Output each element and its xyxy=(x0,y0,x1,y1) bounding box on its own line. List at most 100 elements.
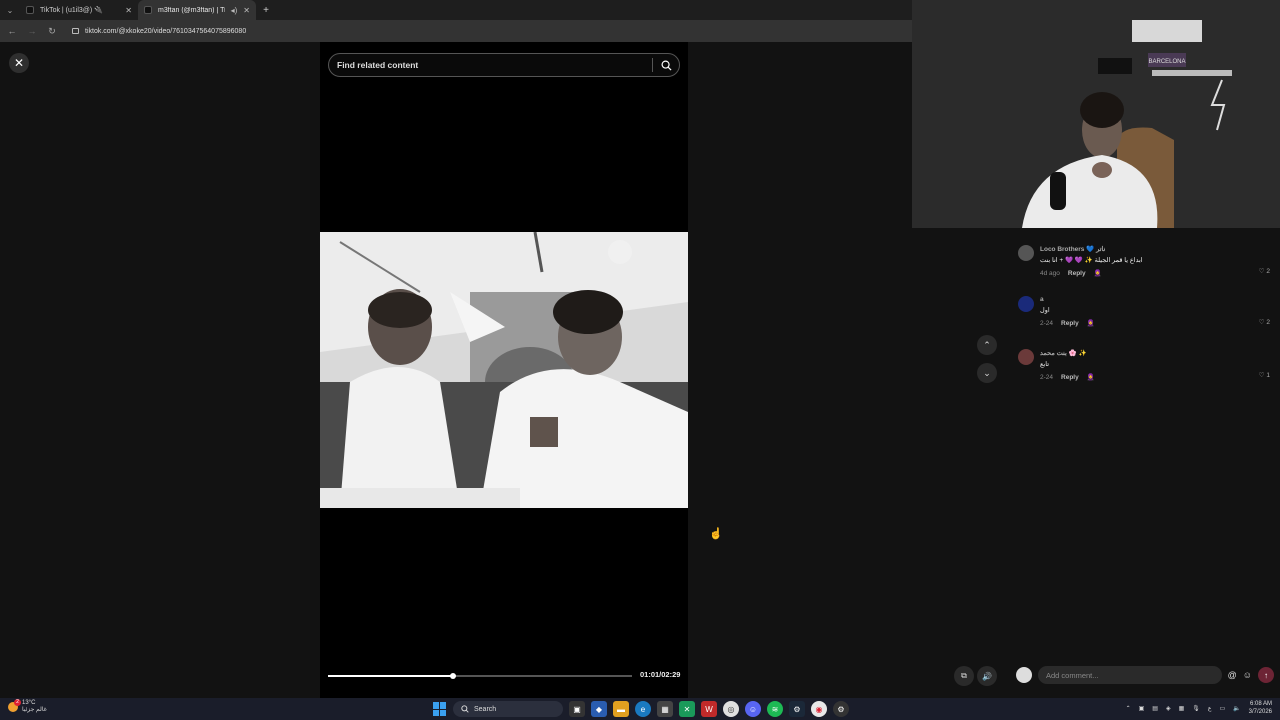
chevron-up-icon: ⌃ xyxy=(983,339,991,350)
edge-icon[interactable]: e xyxy=(635,701,651,717)
search-label: Search xyxy=(474,705,497,713)
user-avatar xyxy=(1016,667,1032,683)
new-tab-button[interactable]: + xyxy=(256,5,276,16)
speaker-icon[interactable]: 🔈 xyxy=(1233,705,1240,712)
clock[interactable]: 6:08 AM 3/7/2026 xyxy=(1249,700,1272,716)
related-search-box[interactable]: Find related content xyxy=(328,53,680,77)
site-info-icon[interactable] xyxy=(72,28,79,34)
chrome-icon[interactable]: ◉ xyxy=(811,701,827,717)
spotify-icon[interactable]: ≋ xyxy=(767,701,783,717)
reply-button[interactable]: Reply xyxy=(1068,270,1086,277)
browser-tab-2[interactable]: m3ftan (@m3ftan) | TikTok ◂) ✕ xyxy=(138,0,256,20)
comment-username[interactable]: a xyxy=(1040,296,1270,303)
url-field[interactable]: tiktok.com/@xkoke20/video/76103475640758… xyxy=(72,28,246,35)
comment-like-button[interactable]: ♡ 2 xyxy=(1259,318,1270,326)
steam-icon[interactable]: ⚙ xyxy=(789,701,805,717)
post-comment-button[interactable]: ↑ xyxy=(1258,667,1274,683)
network-icon[interactable]: ▭ xyxy=(1219,705,1225,712)
mention-icon[interactable]: @ xyxy=(1228,670,1237,680)
weather-widget[interactable]: 2 13°C غالم جزئيا xyxy=(8,698,47,713)
mouse-cursor-icon: ☝ xyxy=(709,528,723,540)
comment-date: 4d ago xyxy=(1040,269,1060,277)
next-video-button[interactable]: ⌄ xyxy=(977,363,997,383)
address-bar: ← → ↻ tiktok.com/@xkoke20/video/76103475… xyxy=(0,20,912,42)
video-time: 01:01/02:29 xyxy=(640,670,681,679)
microphone-icon[interactable]: 🎙 xyxy=(1192,705,1200,712)
task-view-icon[interactable]: ▣ xyxy=(569,701,585,717)
forward-icon[interactable]: → xyxy=(26,26,38,36)
comment-username[interactable]: Loco Brothers 💙 ناتر xyxy=(1040,245,1270,253)
comment-item: Loco Brothers 💙 ناتر ابداع يا قمر الجيلة… xyxy=(1018,245,1270,277)
tray-app-icon[interactable]: ◈ xyxy=(1166,705,1171,712)
floating-player-button[interactable]: ⧉ xyxy=(954,666,974,686)
app-w-icon[interactable]: W xyxy=(701,701,717,717)
volume-button[interactable]: 🔊 xyxy=(977,666,997,686)
tab-title: TikTok | (u1il3@) 🔌 xyxy=(40,7,103,14)
creator-liked-icon: 🧕 xyxy=(1086,320,1095,327)
weather-icon: 2 xyxy=(8,698,21,712)
app-settings-icon[interactable]: ⚙ xyxy=(833,701,849,717)
like-count: 1 xyxy=(1266,372,1270,379)
back-icon[interactable]: ← xyxy=(6,26,18,36)
language-indicator[interactable]: ع xyxy=(1208,705,1212,712)
emoji-icon[interactable]: ☺ xyxy=(1243,670,1252,680)
close-video-button[interactable]: ✕ xyxy=(9,53,29,73)
webcam-overlay: BARCELONA xyxy=(912,0,1280,228)
chevron-up-icon[interactable]: ⌃ xyxy=(1126,705,1131,712)
comment-like-button[interactable]: ♡ 1 xyxy=(1259,371,1270,379)
video-progress-bar[interactable] xyxy=(328,673,632,679)
tiktok-video-page: ✕ Find related content 01:01/02:29 ☝ xyxy=(0,42,912,698)
tray-app-icon[interactable]: ▤ xyxy=(1152,705,1158,712)
copilot-icon[interactable]: ◆ xyxy=(591,701,607,717)
discord-icon[interactable]: ☺ xyxy=(745,701,761,717)
creator-liked-icon: 🧕 xyxy=(1093,270,1102,277)
progress-knob[interactable] xyxy=(449,673,456,679)
comment-avatar[interactable] xyxy=(1018,349,1034,365)
tray-app-icon[interactable]: ▣ xyxy=(1139,705,1145,712)
app-circle-icon[interactable]: ◎ xyxy=(723,701,739,717)
volume-icon: 🔊 xyxy=(982,671,992,681)
reply-button[interactable]: Reply xyxy=(1061,374,1079,381)
comment-text: اول xyxy=(1040,307,1050,314)
video-frame[interactable] xyxy=(320,232,688,508)
video-nav-arrows: ⌃ ⌄ xyxy=(977,335,999,391)
tray-app-icon[interactable]: ▦ xyxy=(1179,705,1185,712)
windows-taskbar: 2 13°C غالم جزئيا Search ▣ ◆ ▬ e ▦ ✕ W ◎… xyxy=(0,698,1280,720)
comment-item: a اول 2-24 Reply 🧕 ♡ 2 xyxy=(1018,296,1270,327)
reply-button[interactable]: Reply xyxy=(1061,320,1079,327)
system-tray: ⌃ ▣ ▤ ◈ ▦ 🎙 ع ▭ 🔈 6:08 AM 3/7/2026 xyxy=(1126,700,1272,716)
tab-close-icon[interactable]: ✕ xyxy=(125,6,132,15)
progress-fill xyxy=(328,675,453,677)
like-count: 2 xyxy=(1266,268,1270,275)
comment-avatar[interactable] xyxy=(1018,245,1034,261)
video-player[interactable]: Find related content 01:01/02:29 xyxy=(320,42,688,698)
browser-tab-bar: ⌄ TikTok | (u1il3@) 🔌 ✕ m3ftan (@m3ftan)… xyxy=(0,0,912,20)
related-search-input[interactable]: Find related content xyxy=(329,60,652,70)
screen: ⌄ TikTok | (u1il3@) 🔌 ✕ m3ftan (@m3ftan)… xyxy=(0,0,1280,720)
weather-condition: غالم جزئيا xyxy=(22,707,47,713)
barcelona-sign: BARCELONA xyxy=(1148,59,1185,65)
windows-start-icon[interactable] xyxy=(433,702,447,716)
comments-panel: Loco Brothers 💙 ناتر ابداع يا قمر الجيلة… xyxy=(1008,228,1280,698)
store-icon[interactable]: ▦ xyxy=(657,701,673,717)
speaker-icon: ◂) xyxy=(230,5,238,15)
date: 3/7/2026 xyxy=(1248,709,1272,715)
previous-video-button[interactable]: ⌃ xyxy=(977,335,997,355)
comment-text: ابداع يا قمر الجيلة ✨ 💜 💜 + انا بنت xyxy=(1040,257,1143,264)
comment-date: 2-24 xyxy=(1040,319,1054,327)
comment-like-button[interactable]: ♡ 2 xyxy=(1259,267,1270,275)
chevron-down-icon: ⌄ xyxy=(983,367,991,378)
taskbar-search[interactable]: Search xyxy=(453,701,563,717)
comment-username[interactable]: بنت محمد 🌸 ✨ xyxy=(1040,349,1270,357)
browser-tab-1[interactable]: TikTok | (u1il3@) 🔌 ✕ xyxy=(20,0,138,20)
comment-text: تابع xyxy=(1040,361,1050,368)
tab-close-icon[interactable]: ✕ xyxy=(243,6,250,15)
reload-icon[interactable]: ↻ xyxy=(46,26,58,37)
search-icon[interactable] xyxy=(653,60,679,71)
file-explorer-icon[interactable]: ▬ xyxy=(613,701,629,717)
xbox-icon[interactable]: ✕ xyxy=(679,701,695,717)
comment-input[interactable]: Add comment... xyxy=(1038,666,1222,684)
tab-search-icon[interactable]: ⌄ xyxy=(0,0,20,20)
creator-liked-icon: 🧕 xyxy=(1086,374,1095,381)
comment-avatar[interactable] xyxy=(1018,296,1034,312)
